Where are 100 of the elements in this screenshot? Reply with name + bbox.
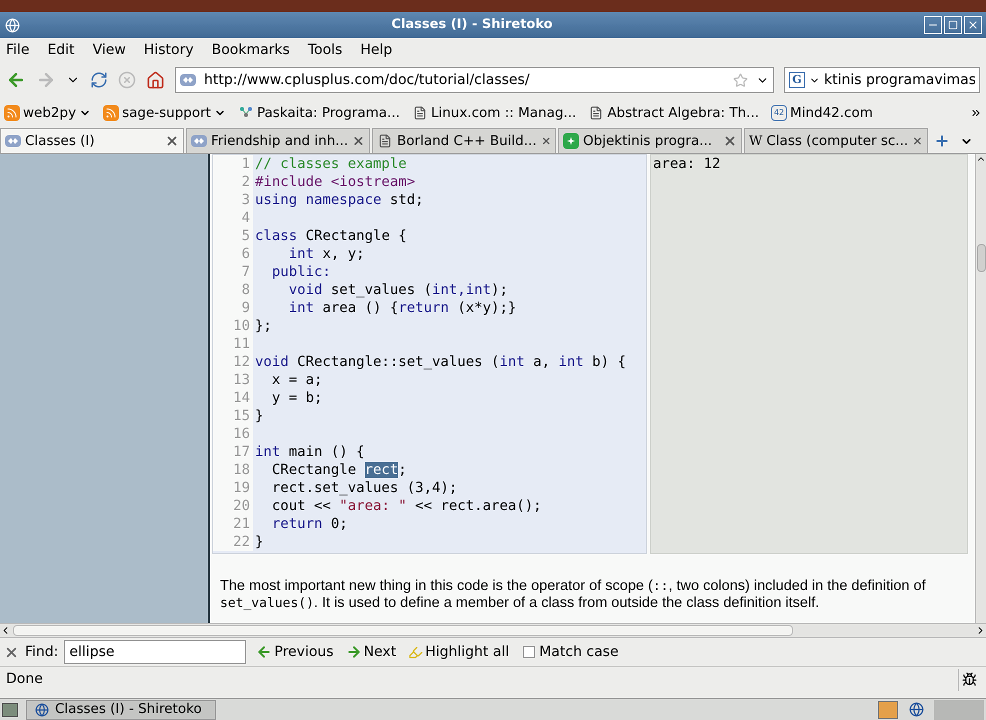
chevrons-icon <box>970 107 982 119</box>
code-line: } <box>254 407 264 425</box>
line-number: 17 <box>213 443 253 461</box>
menu-item[interactable]: View <box>92 40 126 60</box>
maximize-button[interactable] <box>944 16 962 34</box>
badge-icon: 42 <box>771 105 788 121</box>
address-bar[interactable]: http://www.cplusplus.com/doc/tutorial/classes/ <box>175 67 774 93</box>
code-line: y = b; <box>270 389 322 407</box>
feed-icon <box>103 105 120 121</box>
feed-icon <box>4 105 20 121</box>
maximize-icon <box>948 20 958 30</box>
arrow-left-icon <box>256 644 272 660</box>
line-number: 1 <box>213 155 253 173</box>
line-number: 14 <box>213 389 253 407</box>
menu-item[interactable]: History <box>144 40 194 60</box>
bookmark-item[interactable]: web2py <box>4 102 92 124</box>
find-label: Find: <box>25 642 58 662</box>
previous-button[interactable]: Previous <box>256 642 334 662</box>
line-number: 9 <box>213 299 253 317</box>
desktop-icon <box>2 702 18 716</box>
tray-block-icon <box>934 700 984 720</box>
globe-icon <box>35 702 49 716</box>
search-field[interactable]: G ktinis programavimas <box>784 67 980 93</box>
line-number: 12 <box>213 353 253 371</box>
plus-icon <box>934 133 950 149</box>
tray-app-icon <box>878 700 898 718</box>
line-number: 10 <box>213 317 253 335</box>
reload-button[interactable] <box>90 71 108 89</box>
code-line: void CRectangle::set_values (int a, int b) { <box>254 353 626 371</box>
code-line: using namespace std; <box>254 191 424 209</box>
scrollbar-thumb[interactable] <box>976 244 986 272</box>
line-number: 18 <box>213 461 253 479</box>
arrow-right-icon <box>346 644 362 660</box>
line-number: 6 <box>213 245 253 263</box>
status-text: Done <box>6 670 44 689</box>
browser-tab[interactable]: W Class (computer sc... <box>744 128 928 153</box>
line-number: 7 <box>213 263 253 281</box>
bookmark-item[interactable]: 42 Mind42.com <box>771 102 873 124</box>
code-line: // classes example <box>254 155 407 173</box>
site-icon <box>180 74 196 86</box>
code-line: int main () { <box>254 443 365 461</box>
bookmark-item[interactable]: Paskaita: Programa... <box>238 102 400 124</box>
code-line: public: <box>270 263 331 281</box>
browser-tab[interactable]: Objektinis progra... <box>558 128 742 153</box>
taskbar-task[interactable]: Classes (I) - Shiretoko <box>26 700 216 720</box>
minimize-button[interactable] <box>924 16 942 34</box>
vertical-scrollbar[interactable] <box>975 154 986 623</box>
browser-tab[interactable]: Borland C++ Build... <box>372 128 556 153</box>
globe-icon <box>4 17 20 33</box>
browser-tab[interactable]: Friendship and inh... <box>186 128 370 153</box>
match-case-checkbox[interactable]: Match case <box>523 642 619 662</box>
home-button[interactable] <box>146 70 165 90</box>
bookmark-item[interactable]: sage-support <box>103 102 226 124</box>
close-tab-icon[interactable] <box>352 134 365 148</box>
wiki-icon: W <box>749 134 762 148</box>
code-line: x = a; <box>270 371 322 389</box>
bookmark-item[interactable]: Abstract Algebra: Th... <box>588 102 760 124</box>
output-text: area: 12 <box>653 156 720 172</box>
highlight-all-button[interactable]: Highlight all <box>408 642 510 662</box>
site-icon <box>5 135 21 147</box>
site-icon <box>191 135 207 147</box>
search-text: ktinis programavimas <box>824 70 975 90</box>
menu-item[interactable]: Help <box>360 40 392 60</box>
code-line: }; <box>254 317 272 335</box>
find-input[interactable]: ellipse <box>64 640 246 664</box>
code-line: class CRectangle { <box>254 227 407 245</box>
code-line: return 0; <box>270 515 348 533</box>
search-engine-icon: G <box>789 72 805 88</box>
back-button[interactable] <box>6 70 26 90</box>
bookmark-item[interactable]: Linux.com :: Manag... <box>412 102 576 124</box>
line-number: 13 <box>213 371 253 389</box>
body-paragraph: The most important new thing in this code is the operator of scope (::, two colons) included in the definition of set_values(). It is used to define a member of a class from outside the class definition itself. <box>220 578 927 612</box>
menu-item[interactable]: Tools <box>308 40 342 60</box>
next-button[interactable]: Next <box>346 642 396 662</box>
close-tab-icon[interactable] <box>165 134 179 148</box>
star-icon <box>733 72 748 88</box>
menu-item[interactable]: Edit <box>47 40 75 60</box>
line-number: 15 <box>213 407 253 425</box>
url-text: http://www.cplusplus.com/doc/tutorial/classes/ <box>204 70 531 90</box>
highlighter-icon <box>408 644 424 660</box>
code-line: int area () {return (x*y);} <box>288 299 516 317</box>
code-line: CRectangle rect; <box>270 461 407 479</box>
menu-item[interactable]: Bookmarks <box>212 40 290 60</box>
close-button[interactable] <box>964 16 982 34</box>
horizontal-scrollbar[interactable] <box>0 623 986 638</box>
code-line: cout << "area: " << rect.area(); <box>270 497 542 515</box>
close-tab-icon[interactable] <box>723 134 737 148</box>
line-number: 22 <box>213 533 253 551</box>
code-line: #include <iostream> <box>254 173 416 191</box>
menu-item[interactable]: File <box>6 40 30 60</box>
scrollbar-thumb[interactable] <box>13 625 793 636</box>
code-line: int x, y; <box>288 245 365 263</box>
browser-tab[interactable]: Classes (I) <box>0 128 184 153</box>
line-number: 8 <box>213 281 253 299</box>
code-line: rect.set_values (3,4); <box>270 479 458 497</box>
line-number: 2 <box>213 173 253 191</box>
line-number: 21 <box>213 515 253 533</box>
page-icon <box>377 133 393 149</box>
line-number: 16 <box>213 425 253 443</box>
line-number: 3 <box>213 191 253 209</box>
